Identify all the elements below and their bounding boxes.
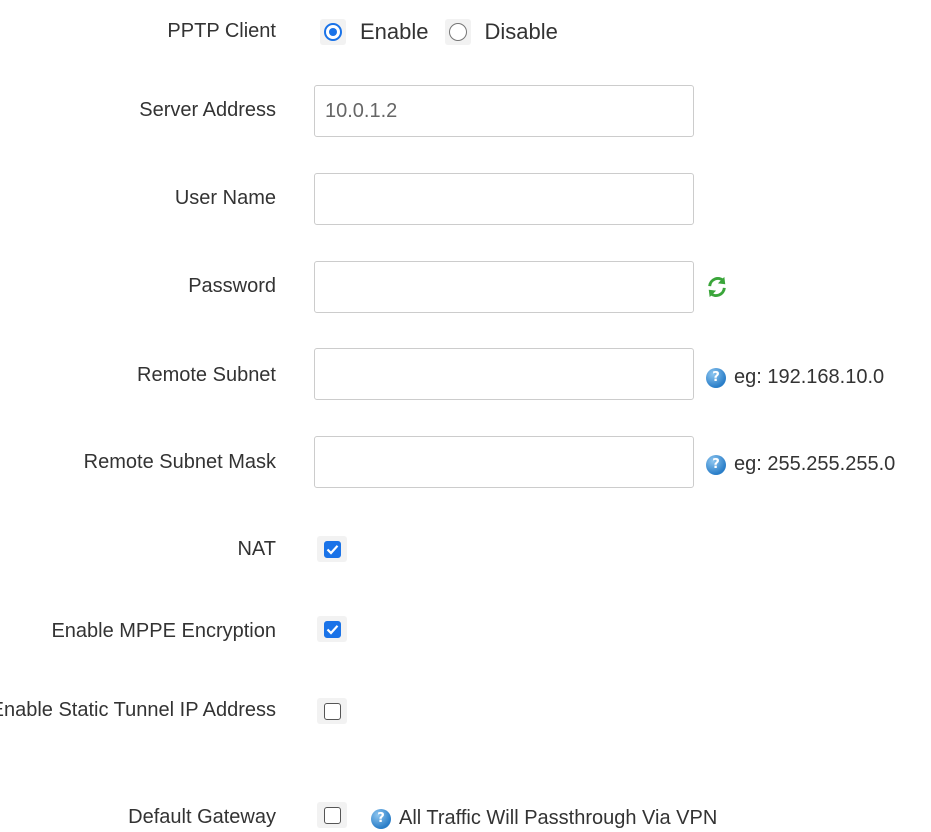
nat-checkbox[interactable] — [317, 536, 347, 562]
remote-subnet-hint: ? eg: 192.168.10.0 — [706, 366, 884, 389]
checkmark-icon — [326, 624, 338, 635]
remote-subnet-label: Remote Subnet — [137, 364, 276, 386]
default-gateway-hint: ? All Traffic Will Passthrough Via VPN — [371, 807, 717, 830]
enable-radio-indicator — [324, 23, 342, 41]
mppe-label: Enable MPPE Encryption — [51, 620, 276, 642]
pptp-client-radio-group: Enable Disable — [320, 19, 574, 45]
server-address-label: Server Address — [139, 99, 276, 121]
mppe-checkbox-box — [323, 620, 341, 638]
disable-radio[interactable] — [444, 19, 471, 45]
remote-subnet-input[interactable] — [314, 348, 694, 400]
remote-subnet-mask-input[interactable] — [314, 436, 694, 488]
disable-radio-indicator — [448, 23, 467, 41]
password-input[interactable] — [314, 261, 694, 313]
enable-radio[interactable] — [320, 19, 346, 45]
help-icon[interactable]: ? — [371, 808, 391, 829]
remote-subnet-mask-hint: ? eg: 255.255.255.0 — [706, 453, 895, 476]
default-gateway-label: Default Gateway — [128, 806, 276, 828]
static-tunnel-checkbox-box — [323, 702, 341, 720]
default-gateway-checkbox[interactable] — [317, 802, 347, 828]
user-name-input[interactable] — [314, 173, 694, 225]
default-gateway-hint-text: All Traffic Will Passthrough Via VPN — [399, 807, 718, 829]
enable-radio-label[interactable]: Enable — [360, 19, 429, 45]
nat-checkbox-box — [323, 540, 341, 558]
help-icon[interactable]: ? — [706, 454, 726, 475]
static-tunnel-checkbox[interactable] — [317, 698, 347, 724]
help-icon[interactable]: ? — [706, 367, 726, 388]
default-gateway-checkbox-box — [323, 806, 341, 824]
server-address-input[interactable] — [314, 85, 694, 137]
refresh-icon[interactable] — [706, 276, 728, 298]
remote-subnet-mask-hint-text: eg: 255.255.255.0 — [734, 453, 896, 475]
mppe-checkbox[interactable] — [317, 616, 347, 642]
password-label: Password — [188, 275, 276, 297]
static-tunnel-label: Enable Static Tunnel IP Address — [0, 699, 276, 721]
checkmark-icon — [326, 544, 338, 555]
pptp-client-label: PPTP Client — [167, 20, 276, 42]
remote-subnet-mask-label: Remote Subnet Mask — [83, 451, 276, 473]
user-name-label: User Name — [174, 187, 276, 209]
nat-label: NAT — [237, 538, 276, 560]
disable-radio-label[interactable]: Disable — [485, 19, 558, 45]
remote-subnet-hint-text: eg: 192.168.10.0 — [734, 366, 885, 388]
